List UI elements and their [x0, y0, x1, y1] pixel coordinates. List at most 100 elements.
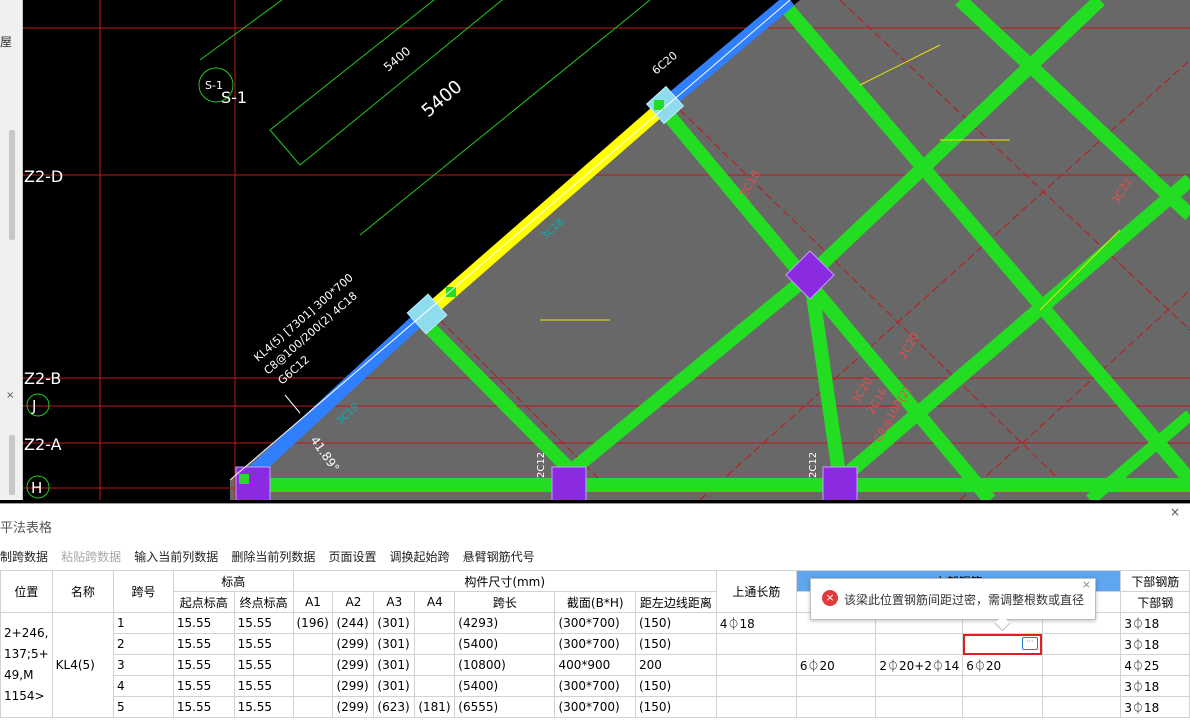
span-cell[interactable]: 3 [113, 654, 174, 676]
top-steel-left-cell[interactable] [795, 696, 877, 718]
bottom-steel-left-cell[interactable] [1041, 696, 1122, 718]
span-length-cell[interactable]: (10800) [454, 654, 556, 676]
bottom-steel-left-cell[interactable] [1041, 675, 1122, 697]
position-cell[interactable]: 2+246, 137;5+ 49,M 1154> [0, 612, 53, 718]
bottom-steel-cell[interactable]: 3⏀18 [1120, 675, 1190, 697]
a3-cell[interactable]: (623) [373, 696, 416, 718]
span-cell[interactable]: 5 [113, 696, 174, 718]
span-cell[interactable]: 1 [113, 612, 174, 634]
toolbar-delete-column[interactable]: 删除当前列数据 [231, 550, 315, 564]
left-dock-label: 屋 [0, 35, 13, 49]
edge-distance-cell[interactable]: (150) [634, 633, 717, 655]
a3-cell[interactable]: (301) [373, 654, 416, 676]
top-through-cell[interactable] [715, 675, 797, 697]
edge-distance-cell[interactable]: (150) [634, 675, 717, 697]
start-elevation-cell[interactable]: 15.55 [172, 612, 235, 634]
a1-cell[interactable] [292, 675, 334, 697]
span-length-cell[interactable]: (5400) [454, 633, 556, 655]
start-elevation-cell[interactable]: 15.55 [172, 675, 235, 697]
tooltip-close-icon[interactable]: × [1082, 578, 1091, 591]
span-cell[interactable]: 2 [113, 633, 174, 655]
toolbar-paste-span-data[interactable]: 粘贴跨数据 [61, 550, 121, 564]
edge-distance-cell[interactable]: (150) [634, 612, 717, 634]
a2-cell[interactable]: (299) [332, 654, 375, 676]
a4-cell[interactable] [414, 675, 456, 697]
a4-cell[interactable] [414, 633, 456, 655]
start-elevation-cell[interactable]: 15.55 [172, 633, 235, 655]
a2-cell[interactable]: (244) [332, 612, 375, 634]
top-steel-mid-cell[interactable] [875, 696, 964, 718]
top-steel-mid-cell[interactable]: 2⏀20+2⏀14 [875, 654, 964, 676]
cad-canvas[interactable]: S-1 S-1 5400 5400 KL4(5) [7301] 300*700 … [0, 0, 1190, 500]
span-length-cell[interactable]: (5400) [454, 675, 556, 697]
left-dock-scrollbar-2[interactable] [9, 435, 15, 495]
panel-close-icon[interactable]: × [1170, 505, 1180, 519]
toolbar-input-column[interactable]: 输入当前列数据 [134, 550, 218, 564]
table-row[interactable]: 3 15.55 15.55 (299) (301) (10800) 400*90… [1, 654, 1190, 676]
section-cell[interactable]: (300*700) [554, 612, 636, 634]
a3-cell[interactable]: (301) [373, 633, 416, 655]
a1-cell[interactable] [292, 633, 334, 655]
edge-distance-cell[interactable]: 200 [634, 654, 717, 676]
section-cell[interactable]: (300*700) [554, 675, 636, 697]
top-steel-left-cell[interactable]: 6⏀20 [795, 654, 877, 676]
bottom-steel-left-cell[interactable] [1041, 654, 1122, 676]
table-row[interactable]: 4 15.55 15.55 (299) (301) (5400) (300*70… [1, 675, 1190, 697]
span-length-cell[interactable]: (6555) [454, 696, 556, 718]
top-steel-right-cell[interactable] [962, 675, 1043, 697]
span-length-cell[interactable]: (4293) [454, 612, 556, 634]
left-dock-close-icon[interactable]: × [6, 390, 14, 401]
table-row[interactable]: 5 15.55 15.55 (299) (623) (181) (6555) (… [1, 696, 1190, 718]
table-row[interactable]: 2 15.55 15.55 (299) (301) (5400) (300*70… [1, 633, 1190, 655]
a2-cell[interactable]: (299) [332, 675, 375, 697]
start-elevation-cell[interactable]: 15.55 [172, 696, 235, 718]
section-cell[interactable]: (300*700) [554, 633, 636, 655]
span-cell[interactable]: 4 [113, 675, 174, 697]
end-elevation-cell[interactable]: 15.55 [233, 696, 294, 718]
end-elevation-cell[interactable]: 15.55 [233, 633, 294, 655]
section-cell[interactable]: 400*900 [554, 654, 636, 676]
header-span-length: 跨长 [454, 591, 556, 613]
top-steel-right-cell[interactable]: 6⏀20 [962, 654, 1043, 676]
rebar-label-2c12-b: 2C12 [808, 452, 819, 478]
section-cell[interactable]: (300*700) [554, 696, 636, 718]
bottom-steel-cell[interactable]: 3⏀18 [1120, 612, 1190, 634]
a1-cell[interactable]: (196) [292, 612, 334, 634]
top-steel-mid-cell[interactable] [875, 633, 964, 655]
a4-cell[interactable] [414, 654, 456, 676]
header-a4: A4 [414, 591, 456, 613]
toolbar-swap-start-span[interactable]: 调换起始跨 [390, 550, 450, 564]
a2-cell[interactable]: (299) [332, 633, 375, 655]
bottom-steel-left-cell[interactable] [1041, 633, 1122, 655]
toolbar-page-setup[interactable]: 页面设置 [328, 550, 376, 564]
a1-cell[interactable] [292, 654, 334, 676]
end-elevation-cell[interactable]: 15.55 [233, 675, 294, 697]
bottom-steel-cell[interactable]: 4⏀25 [1120, 654, 1190, 676]
a4-cell[interactable]: (181) [414, 696, 456, 718]
top-through-cell[interactable]: 4⏀18 [715, 612, 797, 634]
top-steel-left-cell[interactable] [795, 675, 877, 697]
left-dock-scrollbar[interactable] [9, 130, 15, 240]
toolbar-copy-span-data[interactable]: 制跨数据 [0, 550, 48, 564]
edge-distance-cell[interactable]: (150) [634, 696, 717, 718]
top-steel-mid-cell[interactable] [875, 675, 964, 697]
a3-cell[interactable]: (301) [373, 612, 416, 634]
top-steel-right-cell-error[interactable]: ··· [962, 633, 1043, 655]
top-steel-right-cell[interactable] [962, 696, 1043, 718]
bottom-steel-cell[interactable]: 3⏀18 [1120, 633, 1190, 655]
top-through-cell[interactable] [715, 654, 797, 676]
bottom-steel-cell[interactable]: 3⏀18 [1120, 696, 1190, 718]
start-elevation-cell[interactable]: 15.55 [172, 654, 235, 676]
end-elevation-cell[interactable]: 15.55 [233, 654, 294, 676]
toolbar-cantilever-code[interactable]: 悬臂钢筋代号 [463, 550, 535, 564]
a3-cell[interactable]: (301) [373, 675, 416, 697]
top-through-cell[interactable] [715, 696, 797, 718]
end-elevation-cell[interactable]: 15.55 [233, 612, 294, 634]
top-steel-left-cell[interactable] [795, 633, 877, 655]
a2-cell[interactable]: (299) [332, 696, 375, 718]
top-through-cell[interactable] [715, 633, 797, 655]
a1-cell[interactable] [292, 696, 334, 718]
more-options-icon[interactable]: ··· [1021, 637, 1038, 650]
beam-name-cell[interactable]: KL4(5) [51, 612, 115, 718]
a4-cell[interactable] [414, 612, 456, 634]
